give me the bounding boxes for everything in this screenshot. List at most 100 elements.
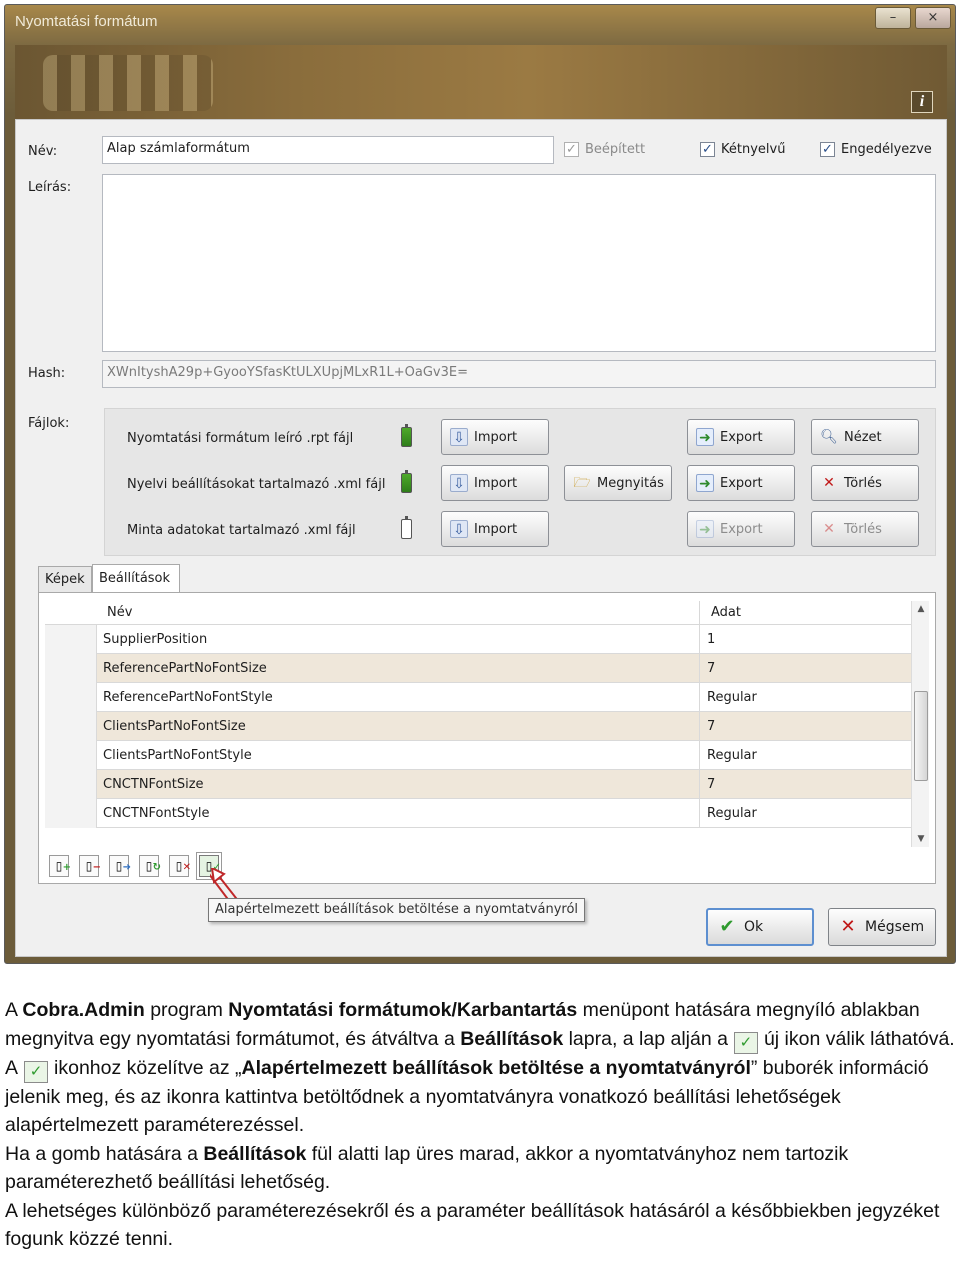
checkbox-box: ✓ [700, 142, 715, 157]
clear-rows-icon[interactable]: ▯ ✕ [169, 855, 191, 877]
row-selector[interactable] [45, 625, 97, 654]
files-label: Fájlok: [28, 416, 70, 431]
setting-name: CNCTNFontSize [103, 777, 204, 792]
button-label: Import [474, 429, 518, 445]
text-run: program [144, 999, 229, 1021]
setting-value[interactable]: Regular [707, 748, 757, 763]
language-export-button[interactable]: ➜ Export [687, 465, 795, 501]
text-run: A [5, 999, 23, 1021]
ok-button[interactable]: ✔ Ok [706, 908, 814, 946]
setting-value[interactable]: 7 [707, 777, 715, 792]
setting-value[interactable]: Regular [707, 690, 757, 705]
row-selector[interactable] [45, 770, 97, 799]
rpt-export-button[interactable]: ➜ Export [687, 419, 795, 455]
grid-toolbar: ▯ + ▯ − ▯ ➜ ▯ ↻ ▯ ✕ ▯ ✓ [49, 855, 221, 879]
cancel-button[interactable]: ✕ Mégsem [828, 908, 936, 946]
setting-value[interactable]: 7 [707, 661, 715, 676]
rpt-import-button[interactable]: ⇩ Import [441, 419, 549, 455]
cell-divider [699, 683, 700, 712]
cell-divider [699, 654, 700, 683]
info-icon[interactable]: i [911, 91, 933, 113]
tab-name: Beállítások [203, 1142, 307, 1165]
remove-row-icon[interactable]: ▯ − [79, 855, 101, 877]
table-row[interactable]: SupplierPosition 1 [45, 625, 913, 654]
table-row[interactable]: ReferencePartNoFontStyle Regular [45, 683, 913, 712]
table-row[interactable]: ReferencePartNoFontSize 7 [45, 654, 913, 683]
button-label: Export [720, 521, 763, 537]
row-selector[interactable] [45, 799, 97, 828]
setting-value[interactable]: 7 [707, 719, 715, 734]
row-selector[interactable] [45, 683, 97, 712]
button-label: Megnyitás [597, 475, 664, 491]
bilingual-checkbox[interactable]: ✓ Kétnyelvű [700, 142, 785, 157]
button-label: Import [474, 475, 518, 491]
sample-delete-button[interactable]: ✕ Törlés [811, 511, 919, 547]
export-icon: ➜ [696, 474, 714, 492]
scroll-up-icon[interactable]: ▲ [912, 601, 930, 617]
name-label: Név: [28, 144, 58, 159]
button-label: Ok [744, 919, 764, 935]
window-title: Nyomtatási formátum [15, 13, 158, 30]
checkbox-label: Engedélyezve [841, 142, 932, 157]
enabled-checkbox[interactable]: ✓ Engedélyezve [820, 142, 932, 157]
row-selector[interactable] [45, 741, 97, 770]
button-label: Törlés [844, 521, 882, 537]
cell-divider [699, 741, 700, 770]
minimize-button[interactable]: – [875, 7, 911, 29]
header-banner: i [15, 45, 947, 119]
menu-path: Nyomtatási formátumok/Karbantartás [228, 999, 578, 1021]
scroll-thumb[interactable] [914, 691, 928, 781]
setting-name: CNCTNFontStyle [103, 806, 210, 821]
dialog-window: Nyomtatási formátum – × i Név: Alap szám… [4, 4, 956, 964]
cell-divider [699, 625, 700, 654]
rpt-view-button[interactable]: 🔍︎ Nézet [811, 419, 919, 455]
paragraph-2: Ha a gomb hatására a Beállítások fül ala… [5, 1140, 955, 1197]
setting-value[interactable]: 1 [707, 632, 715, 647]
load-defaults-inline-icon: ✓ [733, 1031, 758, 1054]
setting-name: ReferencePartNoFontSize [103, 661, 267, 676]
dialog-content: Név: Alap számlaformátum ✓ Beépített ✓ K… [15, 119, 947, 957]
battery-full-icon [401, 470, 412, 493]
table-row[interactable]: CNCTNFontStyle Regular [45, 799, 913, 828]
checkmark-icon: ✔ [719, 916, 735, 937]
hash-label: Hash: [28, 366, 66, 381]
row-selector[interactable] [45, 654, 97, 683]
name-input[interactable]: Alap számlaformátum [102, 136, 554, 164]
checkbox-label: Beépített [585, 142, 646, 157]
sample-export-button[interactable]: ➜ Export [687, 511, 795, 547]
close-button[interactable]: × [915, 7, 951, 29]
row-selector[interactable] [45, 712, 97, 741]
folder-open-icon: 🗁 [573, 475, 591, 491]
table-row[interactable]: ClientsPartNoFontSize 7 [45, 712, 913, 741]
tab-images[interactable]: Képek [38, 566, 92, 592]
setting-name: ReferencePartNoFontStyle [103, 690, 273, 705]
move-row-icon[interactable]: ▯ ➜ [109, 855, 131, 877]
vertical-scrollbar[interactable]: ▲ ▼ [911, 601, 929, 847]
table-row[interactable]: ClientsPartNoFontStyle Regular [45, 741, 913, 770]
text-run: lapra, a lap alján a [563, 1027, 728, 1050]
import-icon: ⇩ [450, 520, 468, 538]
add-row-icon[interactable]: ▯ + [49, 855, 71, 877]
description-label: Leírás: [28, 180, 72, 195]
tooltip-name: Alapértelmezett beállítások betöltése a … [241, 1056, 751, 1079]
refresh-row-icon[interactable]: ▯ ↻ [139, 855, 161, 877]
paragraph-3: A lehetséges különböző paraméterezésekrő… [5, 1199, 940, 1251]
battery-empty-icon [401, 516, 412, 539]
language-delete-button[interactable]: ✕ Törlés [811, 465, 919, 501]
sample-file-label: Minta adatokat tartalmazó .xml fájl [127, 523, 356, 538]
table-row[interactable]: CNCTNFontSize 7 [45, 770, 913, 799]
tooltip-bubble: Alapértelmezett beállítások betöltése a … [208, 898, 586, 922]
tab-settings[interactable]: Beállítások [92, 564, 180, 592]
builtin-checkbox[interactable]: ✓ Beépített [564, 142, 645, 157]
setting-value[interactable]: Regular [707, 806, 757, 821]
language-file-label: Nyelvi beállításokat tartalmazó .xml fáj… [127, 477, 386, 492]
language-import-button[interactable]: ⇩ Import [441, 465, 549, 501]
scroll-down-icon[interactable]: ▼ [912, 831, 930, 847]
sample-import-button[interactable]: ⇩ Import [441, 511, 549, 547]
checkbox-label: Kétnyelvű [721, 142, 786, 157]
column-header-value[interactable]: Adat [711, 605, 741, 620]
language-open-button[interactable]: 🗁 Megnyitás [564, 465, 672, 501]
description-textarea[interactable] [102, 174, 936, 352]
column-header-name[interactable]: Név [107, 605, 132, 620]
files-panel: Nyomtatási formátum leíró .rpt fájl ⇩ Im… [104, 408, 936, 556]
